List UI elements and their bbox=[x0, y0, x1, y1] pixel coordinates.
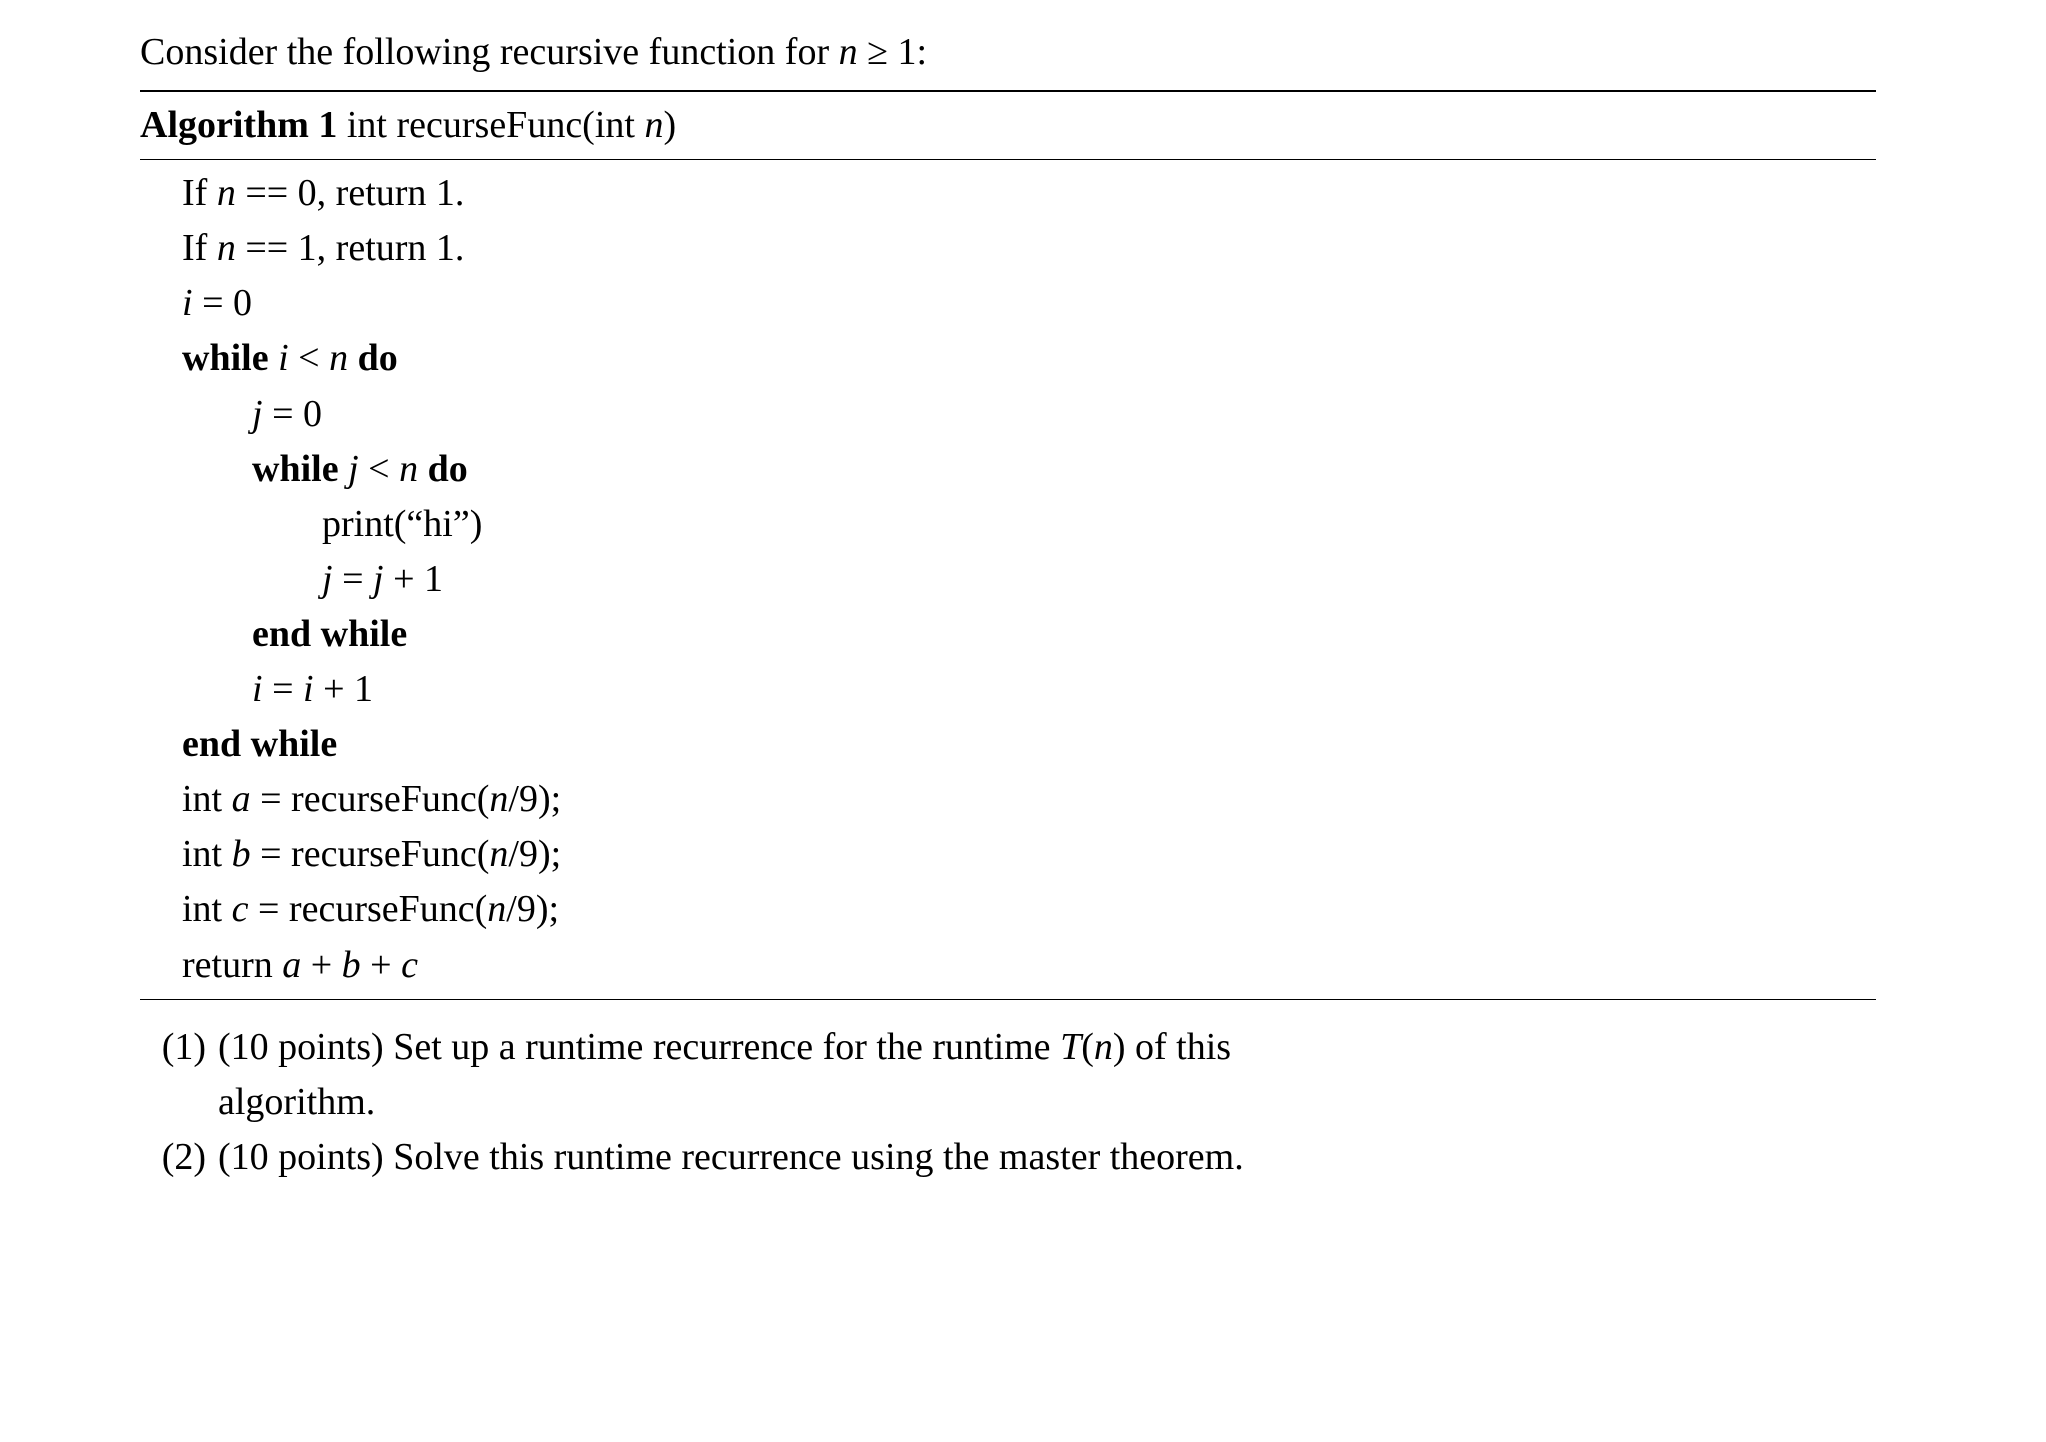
var-a: a bbox=[232, 778, 251, 820]
text: == 1, return 1. bbox=[236, 227, 465, 269]
text: /9); bbox=[508, 778, 561, 820]
var-n: n bbox=[217, 227, 236, 269]
var-n: n bbox=[487, 888, 506, 930]
algo-line: end while bbox=[182, 607, 1876, 662]
var-n: n bbox=[399, 448, 418, 490]
var-a: a bbox=[282, 944, 301, 986]
algo-line: while j < n do bbox=[182, 442, 1876, 497]
intro-relation: ≥ 1: bbox=[858, 31, 927, 73]
var-b: b bbox=[342, 944, 361, 986]
algo-line: j = j + 1 bbox=[182, 552, 1876, 607]
question-1: (1) (10 points) Set up a runtime recurre… bbox=[140, 1020, 1876, 1075]
text: of this bbox=[1126, 1026, 1232, 1068]
page: Consider the following recursive functio… bbox=[0, 0, 2046, 1442]
algo-line: end while bbox=[182, 717, 1876, 772]
algo-line: If n == 1, return 1. bbox=[182, 221, 1876, 276]
question-text: (10 points) Solve this runtime recurrenc… bbox=[218, 1130, 1876, 1185]
text: If bbox=[182, 227, 217, 269]
text: = bbox=[263, 668, 303, 710]
var-j: j bbox=[348, 448, 359, 490]
var-i: i bbox=[278, 337, 289, 379]
text: /9); bbox=[508, 833, 561, 875]
algorithm-sig-tail: ) bbox=[663, 104, 676, 146]
var-j: j bbox=[252, 393, 263, 435]
text: int bbox=[182, 833, 232, 875]
intro-var-n: n bbox=[839, 31, 858, 73]
text: < bbox=[359, 448, 399, 490]
text: < bbox=[289, 337, 329, 379]
intro-prefix: Consider the following recursive functio… bbox=[140, 31, 839, 73]
algo-line: int c = recurseFunc(n/9); bbox=[182, 882, 1876, 937]
algorithm-sig-var: n bbox=[644, 104, 663, 146]
text: == 0, return 1. bbox=[236, 172, 465, 214]
kw-while: while bbox=[182, 337, 278, 379]
text: /9); bbox=[506, 888, 559, 930]
var-j: j bbox=[322, 558, 333, 600]
algo-line: int b = recurseFunc(n/9); bbox=[182, 827, 1876, 882]
algorithm-label: Algorithm 1 bbox=[140, 104, 337, 146]
algo-line: j = 0 bbox=[182, 387, 1876, 442]
algo-line: int a = recurseFunc(n/9); bbox=[182, 772, 1876, 827]
questions: (1) (10 points) Set up a runtime recurre… bbox=[140, 1020, 1876, 1185]
algo-line: print(“hi”) bbox=[182, 497, 1876, 552]
var-c: c bbox=[401, 944, 418, 986]
var-b: b bbox=[232, 833, 251, 875]
var-T: T bbox=[1060, 1026, 1081, 1068]
text: ) bbox=[1113, 1026, 1126, 1068]
kw-do: do bbox=[348, 337, 398, 379]
question-number: (1) bbox=[140, 1020, 218, 1075]
algo-line: return a + b + c bbox=[182, 938, 1876, 993]
algorithm-sig-head: int recurseFunc(int bbox=[337, 104, 644, 146]
kw-while: while bbox=[252, 448, 348, 490]
var-n: n bbox=[329, 337, 348, 379]
rule-top bbox=[140, 90, 1876, 92]
algo-line: i = 0 bbox=[182, 276, 1876, 331]
kw-endwhile: end while bbox=[252, 613, 407, 655]
text: = recurseFunc( bbox=[251, 833, 490, 875]
text: (10 points) Solve this runtime recurrenc… bbox=[218, 1136, 1244, 1178]
var-n: n bbox=[489, 778, 508, 820]
var-c: c bbox=[232, 888, 249, 930]
algo-line: i = i + 1 bbox=[182, 662, 1876, 717]
kw-do: do bbox=[418, 448, 468, 490]
rule-mid bbox=[140, 159, 1876, 160]
text: print(“hi”) bbox=[322, 503, 482, 545]
text: If bbox=[182, 172, 217, 214]
question-1-cont: algorithm. bbox=[140, 1075, 1876, 1130]
text: = 0 bbox=[193, 282, 252, 324]
question-number: (2) bbox=[140, 1130, 218, 1185]
var-i: i bbox=[303, 668, 314, 710]
algorithm-title: Algorithm 1 int recurseFunc(int n) bbox=[140, 96, 1876, 155]
text: + bbox=[301, 944, 341, 986]
text: algorithm. bbox=[218, 1081, 375, 1123]
text: return bbox=[182, 944, 282, 986]
text: + 1 bbox=[384, 558, 443, 600]
text: int bbox=[182, 888, 232, 930]
text: ( bbox=[1081, 1026, 1094, 1068]
kw-endwhile: end while bbox=[182, 723, 337, 765]
text: + 1 bbox=[314, 668, 373, 710]
intro-text: Consider the following recursive functio… bbox=[140, 25, 1876, 80]
text: = 0 bbox=[263, 393, 322, 435]
algo-line: If n == 0, return 1. bbox=[182, 166, 1876, 221]
var-i: i bbox=[182, 282, 193, 324]
question-text: (10 points) Set up a runtime recurrence … bbox=[218, 1020, 1876, 1075]
text: = bbox=[333, 558, 373, 600]
text: = recurseFunc( bbox=[249, 888, 488, 930]
text: + bbox=[361, 944, 401, 986]
algo-line: while i < n do bbox=[182, 331, 1876, 386]
var-n: n bbox=[1094, 1026, 1113, 1068]
rule-bottom bbox=[140, 999, 1876, 1000]
var-i: i bbox=[252, 668, 263, 710]
var-n: n bbox=[489, 833, 508, 875]
var-j: j bbox=[373, 558, 384, 600]
text: int bbox=[182, 778, 232, 820]
text: (10 points) Set up a runtime recurrence … bbox=[218, 1026, 1060, 1068]
text: = recurseFunc( bbox=[251, 778, 490, 820]
algorithm-body: If n == 0, return 1. If n == 1, return 1… bbox=[140, 166, 1876, 992]
var-n: n bbox=[217, 172, 236, 214]
question-2: (2) (10 points) Solve this runtime recur… bbox=[140, 1130, 1876, 1185]
